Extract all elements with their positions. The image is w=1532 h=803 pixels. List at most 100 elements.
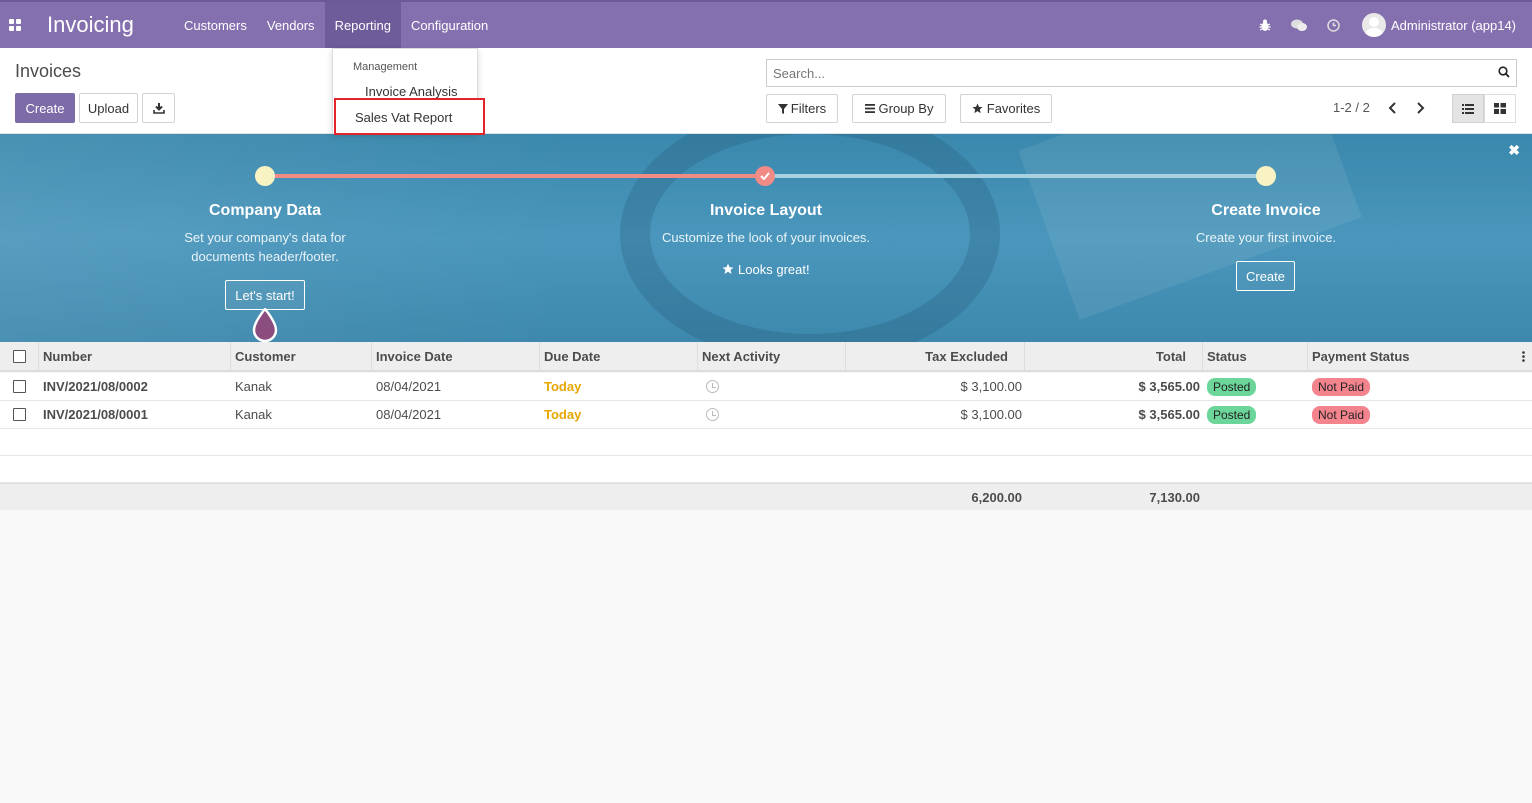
kanban-view-button[interactable]: [1484, 94, 1516, 123]
search-input[interactable]: [767, 60, 1467, 86]
bug-icon[interactable]: [1248, 19, 1282, 32]
activity-clock-icon[interactable]: [706, 408, 719, 421]
chat-icon[interactable]: [1282, 19, 1316, 32]
onboarding-banner: ✖ Company Data Set your company's data f…: [0, 134, 1532, 342]
pager-value[interactable]: 1-2 / 2: [1333, 100, 1370, 115]
menu-configuration[interactable]: Configuration: [401, 2, 498, 48]
pager-next-icon[interactable]: [1416, 101, 1425, 119]
cell-tax-excluded: $ 3,100.00: [960, 407, 1022, 422]
column-status[interactable]: Status: [1203, 342, 1308, 370]
favorites-label: Favorites: [986, 101, 1041, 116]
column-next-activity[interactable]: Next Activity: [698, 342, 846, 370]
select-all-checkbox[interactable]: [12, 349, 26, 363]
breadcrumb: Invoices: [15, 61, 82, 81]
optional-columns-icon[interactable]: [1518, 342, 1532, 370]
cell-payment-status: Not Paid: [1312, 373, 1371, 400]
cell-number: INV/2021/08/0002: [43, 379, 148, 394]
filters-label: Filters: [790, 101, 827, 116]
total-amount: 7,130.00: [1149, 489, 1200, 505]
column-due-date[interactable]: Due Date: [540, 342, 698, 370]
star-icon: [722, 263, 734, 274]
activity-clock-icon[interactable]: [706, 380, 719, 393]
empty-row: [0, 456, 1532, 483]
upload-button[interactable]: Upload: [79, 93, 138, 123]
star-icon: [972, 103, 983, 114]
table-footer-totals: 6,200.00 7,130.00: [0, 483, 1532, 510]
app-title[interactable]: Invoicing: [47, 12, 174, 38]
empty-row: [0, 429, 1532, 456]
cell-tax-excluded: $ 3,100.00: [960, 379, 1022, 394]
filter-icon: [777, 103, 788, 114]
menu-vendors[interactable]: Vendors: [257, 2, 325, 48]
column-total[interactable]: Total: [1025, 342, 1203, 370]
kanban-icon: [1494, 103, 1506, 114]
list-icon: [1462, 103, 1474, 114]
list-view-button[interactable]: [1452, 94, 1484, 123]
column-payment-status[interactable]: Payment Status: [1308, 342, 1508, 370]
step-dot-create-invoice: [1256, 166, 1276, 186]
column-number[interactable]: Number: [39, 342, 231, 370]
reporting-dropdown: Management Invoice Analysis Sales Vat Re…: [332, 48, 485, 135]
pager-previous-icon[interactable]: [1388, 101, 1397, 119]
select-all-cell: [0, 342, 39, 370]
looks-great-label: Looks great!: [738, 262, 810, 277]
row-checkbox[interactable]: [13, 408, 26, 421]
cell-invoice-date: 08/04/2021: [376, 379, 442, 394]
cell-next-activity[interactable]: [706, 373, 719, 400]
user-menu[interactable]: Administrator (app14): [1391, 18, 1516, 33]
step-title: Company Data: [208, 202, 322, 219]
progress-track-done: [265, 174, 765, 178]
avatar[interactable]: [1362, 13, 1386, 37]
looks-great-text: Looks great!: [636, 262, 896, 277]
cell-customer: Kanak: [235, 407, 272, 422]
cell-due-date: Today: [544, 407, 582, 422]
payment-status-badge: Not Paid: [1312, 377, 1371, 396]
cell-number: INV/2021/08/0001: [43, 407, 148, 422]
row-select-cell: [0, 401, 39, 428]
table-row[interactable]: INV/2021/08/0002 Kanak 08/04/2021 Today …: [0, 373, 1532, 401]
table-row[interactable]: INV/2021/08/0001 Kanak 08/04/2021 Today …: [0, 401, 1532, 429]
cell-next-activity[interactable]: [706, 401, 719, 428]
row-checkbox[interactable]: [13, 380, 26, 393]
payment-status-badge: Not Paid: [1312, 405, 1371, 424]
total-tax-excluded: 6,200.00: [971, 489, 1022, 505]
column-tax-excluded[interactable]: Tax Excluded: [846, 342, 1025, 370]
step-create-invoice: Create Invoice Create your first invoice…: [1136, 202, 1396, 247]
step-company-data: Company Data Set your company's data for…: [135, 202, 395, 266]
create-button[interactable]: Create: [15, 93, 75, 123]
group-by-label: Group By: [878, 101, 934, 116]
menu-customers[interactable]: Customers: [174, 2, 257, 48]
step-invoice-layout: Invoice Layout Customize the look of you…: [636, 202, 896, 247]
step-dot-invoice-layout: [755, 166, 775, 186]
cell-payment-status: Not Paid: [1312, 401, 1371, 428]
step-description: Customize the look of your invoices.: [661, 230, 871, 245]
search-icon[interactable]: [1498, 66, 1510, 78]
step-description: Set your company's data for: [184, 230, 346, 245]
menu-reporting[interactable]: Reporting: [324, 2, 401, 48]
step-description: Create your first invoice.: [1195, 230, 1337, 245]
bars-icon: [864, 104, 875, 113]
step-title: Create Invoice: [1211, 202, 1321, 219]
menu-item-sales-vat-report[interactable]: Sales Vat Report: [334, 98, 485, 135]
step-title: Invoice Layout: [709, 202, 823, 219]
menu-item-invoice-analysis[interactable]: Invoice Analysis: [365, 84, 458, 99]
control-panel: Invoices Create Upload Filters Group By …: [0, 48, 1532, 134]
status-badge: Posted: [1207, 377, 1257, 396]
favorites-button[interactable]: Favorites: [960, 94, 1052, 123]
cell-status: Posted: [1207, 373, 1257, 400]
lets-start-button[interactable]: Let's start!: [225, 280, 305, 310]
check-icon: [760, 172, 770, 180]
table-header: Number Customer Invoice Date Due Date Ne…: [0, 342, 1532, 372]
cell-total: $ 3,565.00: [1138, 379, 1200, 394]
row-select-cell: [0, 373, 39, 400]
download-button[interactable]: [142, 93, 175, 123]
create-invoice-button[interactable]: Create: [1236, 261, 1295, 291]
filters-button[interactable]: Filters: [766, 94, 838, 123]
column-customer[interactable]: Customer: [231, 342, 372, 370]
cell-invoice-date: 08/04/2021: [376, 407, 442, 422]
close-banner-icon[interactable]: ✖: [1508, 142, 1520, 159]
activity-clock-icon[interactable]: [1316, 18, 1350, 32]
apps-menu-icon[interactable]: [0, 2, 30, 48]
column-invoice-date[interactable]: Invoice Date: [372, 342, 540, 370]
group-by-button[interactable]: Group By: [852, 94, 946, 123]
